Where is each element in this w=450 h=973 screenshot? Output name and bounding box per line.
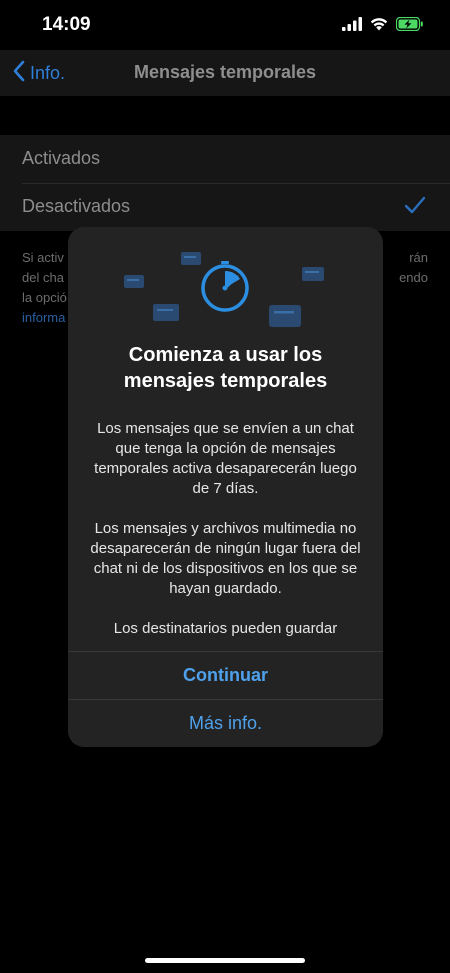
wifi-icon (369, 16, 389, 36)
cellular-signal-icon (342, 16, 362, 36)
page-title: Mensajes temporales (133, 62, 317, 82)
footnote-line1-left: Si activ (22, 250, 64, 265)
temporary-messages-modal: Comienza a usar los mensajes temporales … (68, 227, 383, 747)
modal-paragraph-3: Los destinatarios pueden guardar (113, 620, 338, 637)
battery-charging-icon (395, 16, 424, 36)
illustration (68, 227, 383, 347)
option-label: Desactivados (22, 196, 131, 216)
navigation-bar: Info. Mensajes temporales (0, 50, 450, 96)
modal-body: Los mensajes que se envíen a un chat que… (88, 419, 363, 659)
option-label: Activados (22, 148, 101, 168)
status-bar: 14:09 (0, 0, 450, 50)
status-icons (342, 16, 424, 36)
more-info-button[interactable]: Más info. (68, 699, 383, 747)
modal-title-line2: mensajes temporales (123, 370, 328, 392)
footnote-line1-right: rán (409, 250, 428, 265)
status-time: 14:09 (42, 14, 91, 35)
continue-button[interactable]: Continuar (68, 651, 383, 699)
modal-title: Comienza a usar los mensajes temporales (88, 342, 363, 394)
options-list: Activados Desactivados (0, 135, 450, 231)
modal-title-line1: Comienza a usar los (128, 344, 323, 366)
footnote-line2-left: del cha (22, 270, 64, 285)
footnote-line2-right: endo (399, 270, 428, 285)
timer-icon (201, 261, 249, 312)
modal-paragraph-1: Los mensajes que se envíen a un chat que… (94, 420, 357, 497)
home-indicator[interactable] (145, 958, 305, 963)
option-activated[interactable]: Activados (0, 135, 450, 184)
option-deactivated[interactable]: Desactivados (0, 183, 450, 231)
footnote-line3-left: la opció (22, 290, 67, 305)
modal-paragraph-2: Los mensajes y archivos multimedia no de… (90, 520, 361, 597)
more-info-link[interactable]: informa (22, 308, 65, 328)
checkmark-icon (404, 195, 426, 220)
